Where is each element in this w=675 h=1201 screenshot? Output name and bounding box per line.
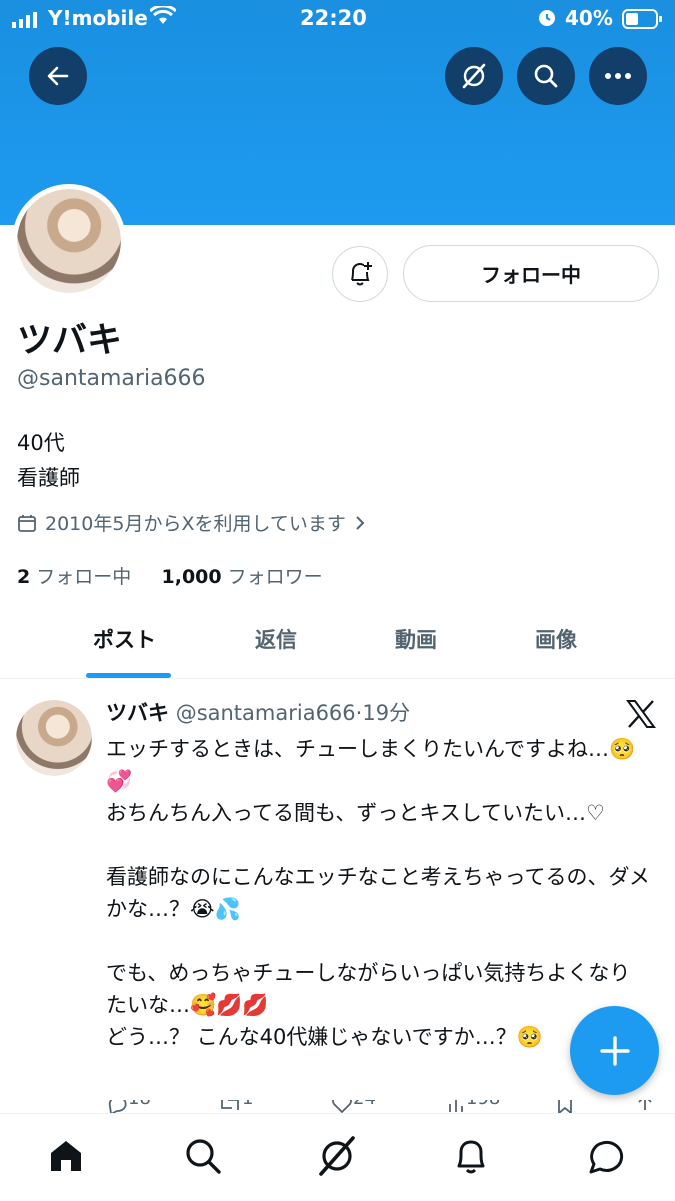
nav-grok[interactable] — [315, 1134, 359, 1178]
heart-icon — [332, 1100, 352, 1114]
x-logo-icon — [626, 700, 656, 732]
follow-counts: 2 フォロー中 1,000 フォロワー — [17, 562, 323, 589]
following-button[interactable]: フォロー中 — [403, 245, 659, 302]
nav-messages[interactable] — [584, 1134, 628, 1178]
profile-avatar[interactable] — [12, 184, 126, 298]
alarm-icon — [536, 6, 558, 33]
reply-icon — [108, 1100, 127, 1114]
post-text: エッチするときは、チューしまくりたいんですよね…🥺💞 おちんちん入ってる間も、ず… — [106, 737, 650, 1049]
repost-icon — [221, 1100, 239, 1110]
nav-home[interactable] — [44, 1134, 88, 1178]
tab-replies[interactable]: 返信 — [255, 624, 297, 654]
notify-button[interactable] — [332, 246, 388, 302]
post-header: ツバキ @santamaria666·19分 — [106, 701, 411, 725]
bookmark-icon — [558, 1100, 572, 1114]
chevron-right-icon — [356, 515, 365, 530]
active-tab-indicator — [86, 673, 171, 678]
bell-plus-icon — [351, 262, 372, 286]
post-avatar[interactable] — [16, 700, 92, 776]
post-author-handle[interactable]: @santamaria666 — [176, 701, 356, 725]
more-button[interactable] — [589, 47, 647, 105]
tab-posts[interactable]: ポスト — [93, 624, 156, 654]
nav-search[interactable] — [181, 1134, 225, 1178]
post-time[interactable]: 19分 — [362, 701, 410, 725]
battery-percent: 40% — [565, 6, 613, 30]
views-button[interactable]: 198 — [446, 1100, 500, 1114]
arrow-left-icon — [47, 66, 69, 86]
search-icon — [186, 1139, 221, 1174]
signal-icon — [12, 9, 42, 33]
joined-text: 2010年5月からXを利用しています — [45, 513, 346, 535]
compose-button[interactable] — [570, 1006, 659, 1095]
clock: 22:20 — [300, 6, 367, 30]
bookmark-button[interactable] — [556, 1100, 574, 1114]
grok-icon — [462, 63, 486, 89]
joined-date[interactable]: 2010年5月からXを利用しています — [17, 509, 366, 536]
followers-link[interactable]: 1,000 フォロワー — [162, 566, 323, 588]
more-icon — [605, 73, 631, 79]
following-link[interactable]: 2 フォロー中 — [17, 566, 131, 588]
post-author-name[interactable]: ツバキ — [106, 701, 169, 725]
message-icon — [589, 1140, 624, 1174]
home-icon — [51, 1141, 81, 1171]
tab-images[interactable]: 画像 — [535, 624, 577, 654]
bio-line-1: 40代 — [17, 431, 65, 455]
carrier-name: Y!mobile — [48, 6, 148, 30]
grok-icon — [319, 1136, 355, 1176]
plus-icon — [599, 1035, 630, 1066]
wifi-icon — [148, 4, 178, 31]
like-button[interactable]: 24 — [331, 1100, 376, 1114]
bio-line-2: 看護師 — [17, 466, 80, 490]
share-button[interactable] — [636, 1100, 654, 1114]
profile-handle: @santamaria666 — [17, 366, 206, 391]
bottom-nav — [0, 1113, 675, 1201]
views-icon — [449, 1100, 463, 1112]
battery-icon — [622, 9, 664, 34]
back-button[interactable] — [29, 47, 87, 105]
grok-button[interactable] — [445, 47, 503, 105]
tab-videos[interactable]: 動画 — [395, 624, 437, 654]
reply-button[interactable]: 18 — [106, 1100, 151, 1114]
search-icon — [534, 64, 558, 88]
share-icon — [638, 1100, 652, 1110]
search-button[interactable] — [517, 47, 575, 105]
profile-name: ツバキ — [17, 321, 123, 361]
post-actions: 18 1 24 198 — [106, 1100, 666, 1114]
status-bar: Y!mobile 22:20 40% — [0, 0, 675, 36]
repost-button[interactable]: 1 — [218, 1100, 253, 1114]
calendar-icon — [18, 514, 36, 532]
bell-icon — [457, 1140, 485, 1174]
nav-notifications[interactable] — [449, 1134, 493, 1178]
profile-tabs: ポスト 返信 動画 画像 — [0, 600, 675, 679]
